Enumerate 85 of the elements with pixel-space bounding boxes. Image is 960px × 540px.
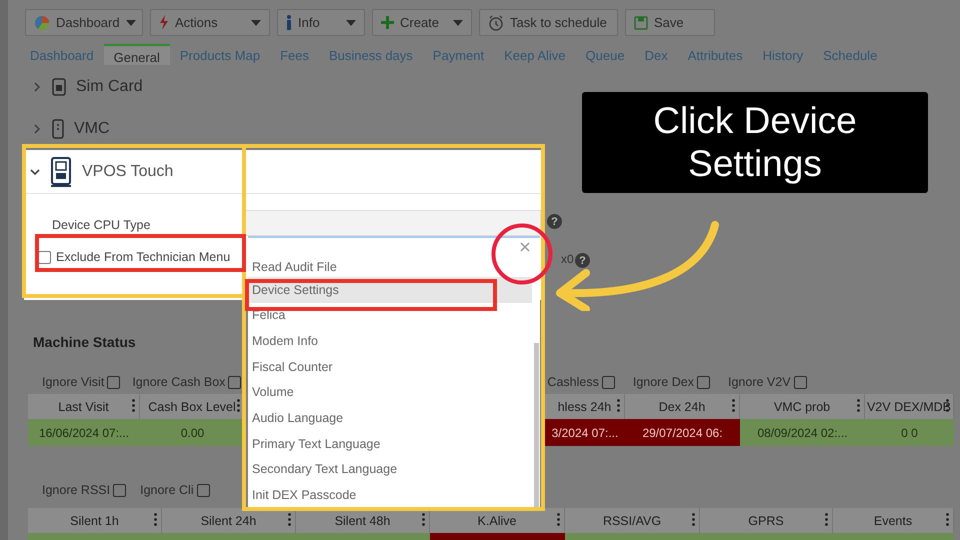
field-label: Device CPU Type [52,218,152,232]
sim-card-icon [52,78,66,96]
filter-label: Ignore Cli [140,483,194,497]
tab[interactable]: Business days [318,44,423,65]
table-cell: 3/2024 07:... [545,419,625,446]
filter-label: Ignore RSSI [42,483,110,497]
collapse-chevron-icon[interactable] [30,166,40,176]
column-menu-icon[interactable] [557,513,560,526]
close-icon[interactable] [520,242,530,252]
column-menu-icon[interactable] [692,513,695,526]
checkbox[interactable] [113,484,126,496]
column-header: Silent 1h [28,508,162,533]
column-menu-icon[interactable] [617,399,620,412]
column-header: Events [833,508,954,533]
table-cell: 29/07/2024 06: [625,419,740,446]
tab[interactable]: Queue [576,44,635,65]
tab[interactable]: Attributes [678,44,753,65]
section-title[interactable]: Sim Card [76,78,143,96]
column-menu-icon[interactable] [422,513,425,526]
pie-chart-icon [34,14,50,30]
toolbar-button[interactable]: Dashboard [25,9,143,36]
payment-terminal-icon [50,156,72,186]
tab[interactable]: History [752,44,814,65]
filter-label: Ignore Dex [632,375,694,389]
table-cell: 0.00 [140,419,245,446]
tab[interactable]: Dex [634,44,678,65]
toolbar-button[interactable]: Task to schedule [479,9,618,36]
scrollbar[interactable] [534,342,539,508]
checkbox[interactable] [107,376,120,388]
column-header: Silent 24h [162,508,296,533]
tab[interactable]: Schedule [813,44,888,65]
toolbar-button[interactable]: Info [277,9,365,36]
checkbox[interactable] [602,376,615,388]
column-header: Last Visit [28,394,140,419]
help-icon[interactable]: ? [547,214,562,229]
alarm-clock-icon [488,14,504,30]
checkbox[interactable] [196,484,210,496]
checkbox[interactable] [38,250,51,264]
column-menu-icon[interactable] [946,513,949,526]
tab[interactable]: Payment [422,44,494,65]
tab[interactable]: Fees [270,44,319,65]
field-suffix: x0 [561,252,574,266]
column-header: RSSI/AVG [565,508,700,533]
section-title[interactable]: VPOS Touch [82,162,174,180]
plus-icon [381,16,394,29]
select-field[interactable] [244,210,541,236]
filter-label: Cashless [547,375,599,389]
column-header: VMC prob [740,394,865,419]
filter-label: Ignore Cash Box [132,375,226,389]
column-menu-icon[interactable] [732,399,735,412]
column-menu-icon[interactable] [857,399,860,412]
checkbox[interactable] [697,376,710,388]
table-cell: 08/09/2024 02:... [740,419,865,446]
column-menu-icon[interactable] [825,513,828,526]
toolbar-button[interactable]: Save [625,9,715,36]
tab[interactable]: Products Map [170,44,270,65]
tab[interactable]: Keep Alive [494,44,576,65]
column-header: GPRS [700,508,833,533]
column-header: V2V DEX/MDB [865,394,954,419]
column-menu-icon[interactable] [288,513,291,526]
column-header: Cash Box Level [140,394,245,419]
info-icon [286,15,292,30]
section-heading: Machine Status [33,334,136,350]
callout-text: Click Device Settings [582,92,928,193]
tab[interactable]: Dashboard [20,44,104,65]
vending-machine-icon [52,119,64,139]
checkbox-label: Exclude From Technician Menu [56,250,230,264]
column-menu-icon[interactable] [132,399,135,412]
toolbar-button[interactable]: Actions [150,9,270,36]
filter-label: Ignore Visit [42,375,104,389]
help-icon[interactable]: ? [575,253,590,268]
lightning-icon [159,15,169,30]
column-header: K.Alive [430,508,565,533]
checkbox[interactable] [228,376,242,388]
tab[interactable]: General [104,44,170,65]
section-title[interactable]: VMC [74,120,110,138]
toolbar-button[interactable]: Create [372,9,472,36]
column-header: hless 24h [545,394,625,419]
table-cell: 16/06/2024 07:... [28,419,140,446]
column-menu-icon[interactable] [237,399,240,412]
column-header: Dex 24h [625,394,740,419]
table-cell: 0 0 [865,419,954,446]
filter-label: Ignore V2V [728,375,791,389]
column-menu-icon[interactable] [154,513,157,526]
checkbox[interactable] [794,376,807,388]
